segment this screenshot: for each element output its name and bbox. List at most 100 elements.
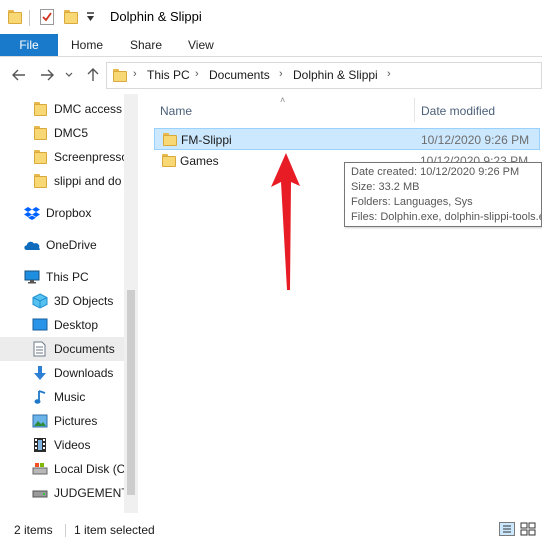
nav-item-label: DMC access bbox=[54, 102, 123, 116]
breadcrumb-chevron-icon[interactable]: › bbox=[387, 68, 391, 80]
file-name: FM-Slippi bbox=[181, 133, 232, 147]
nav-item-label: slippi and do bbox=[54, 174, 122, 188]
nav-item-dropbox[interactable]: Dropbox bbox=[0, 201, 124, 225]
recent-locations-icon[interactable] bbox=[64, 66, 74, 84]
tab-view[interactable]: View bbox=[188, 34, 214, 56]
details-view-icon[interactable] bbox=[499, 522, 515, 536]
nav-item-label: Downloads bbox=[54, 366, 114, 380]
status-item-count: 2 items bbox=[14, 523, 53, 537]
breadcrumb-chevron-icon[interactable]: › bbox=[279, 68, 283, 80]
nav-item-dmc-access[interactable]: DMC access bbox=[0, 97, 124, 121]
nav-item-judgement[interactable]: JUDGEMENT bbox=[0, 481, 124, 505]
address-bar[interactable]: › This PC › Documents › Dolphin & Slippi… bbox=[106, 62, 542, 89]
file-list: ˄ Name Date modified FM-Slippi 10/12/202… bbox=[138, 94, 542, 513]
tab-home[interactable]: Home bbox=[71, 34, 103, 56]
nav-item-dmc5[interactable]: DMC5 bbox=[0, 121, 124, 145]
breadcrumb-chevron-icon[interactable]: › bbox=[195, 68, 199, 80]
folder-icon bbox=[34, 150, 47, 164]
nav-item-label: Screenpresso bbox=[54, 150, 124, 164]
drive-icon bbox=[32, 488, 48, 498]
3d-objects-icon bbox=[32, 293, 48, 309]
nav-item-local-disk[interactable]: Local Disk (C bbox=[0, 457, 124, 481]
nav-item-label: Pictures bbox=[54, 414, 98, 428]
nav-item-label: Desktop bbox=[54, 318, 99, 332]
nav-item-label: Local Disk (C bbox=[54, 462, 124, 476]
tab-share[interactable]: Share bbox=[130, 34, 162, 56]
documents-icon bbox=[33, 341, 46, 357]
nav-item-label: 3D Objects bbox=[54, 294, 114, 308]
navigation-pane: DMC access DMC5 Screenpresso slippi and … bbox=[0, 94, 138, 513]
nav-item-documents[interactable]: Documents bbox=[0, 337, 124, 361]
up-arrow-icon[interactable] bbox=[84, 66, 102, 84]
breadcrumb-dolphin-slippi[interactable]: Dolphin & Slippi bbox=[293, 68, 378, 82]
new-folder-icon[interactable] bbox=[64, 10, 78, 24]
large-icons-view-icon[interactable] bbox=[520, 522, 536, 536]
nav-item-this-pc[interactable]: This PC bbox=[0, 265, 124, 289]
nav-item-label: DMC5 bbox=[54, 126, 89, 140]
folder-icon bbox=[34, 174, 47, 188]
nav-item-label: Documents bbox=[54, 342, 115, 356]
nav-item-downloads[interactable]: Downloads bbox=[0, 361, 124, 385]
folder-tooltip: Date created: 10/12/2020 9:26 PM Size: 3… bbox=[344, 162, 542, 227]
file-row-fm-slippi[interactable]: FM-Slippi 10/12/2020 9:26 PM bbox=[154, 128, 540, 150]
customize-toolbar-icon[interactable] bbox=[86, 11, 95, 23]
nav-item-label: JUDGEMENT bbox=[54, 486, 124, 500]
folder-icon bbox=[34, 126, 47, 140]
tooltip-date-created: Date created: 10/12/2020 9:26 PM bbox=[351, 166, 520, 178]
nav-item-onedrive[interactable]: OneDrive bbox=[0, 233, 124, 257]
column-header-date-modified[interactable]: Date modified bbox=[421, 104, 495, 118]
this-pc-icon bbox=[24, 270, 40, 284]
nav-item-pictures[interactable]: Pictures bbox=[0, 409, 124, 433]
tooltip-files: Files: Dolphin.exe, dolphin-slippi-tools… bbox=[351, 211, 541, 223]
back-arrow-icon[interactable] bbox=[10, 66, 28, 84]
properties-icon[interactable] bbox=[40, 9, 54, 25]
folder-icon bbox=[162, 154, 176, 167]
tooltip-size: Size: 33.2 MB bbox=[351, 181, 420, 193]
status-bar: 2 items 1 item selected bbox=[0, 513, 542, 542]
tooltip-folders: Folders: Languages, Sys bbox=[351, 196, 473, 208]
nav-item-label: Music bbox=[54, 390, 86, 404]
file-name: Games bbox=[180, 154, 219, 168]
tab-file[interactable]: File bbox=[0, 34, 58, 56]
nav-item-label: This PC bbox=[46, 270, 89, 284]
file-date: 10/12/2020 9:26 PM bbox=[421, 133, 530, 147]
status-divider bbox=[65, 524, 66, 537]
breadcrumb-this-pc[interactable]: This PC bbox=[147, 68, 190, 82]
videos-icon bbox=[33, 437, 47, 453]
column-divider[interactable] bbox=[414, 98, 415, 122]
sort-up-icon: ˄ bbox=[280, 95, 286, 105]
downloads-icon bbox=[33, 365, 47, 381]
dropbox-icon bbox=[24, 206, 40, 220]
nav-item-label: Videos bbox=[54, 438, 91, 452]
nav-item-videos[interactable]: Videos bbox=[0, 433, 124, 457]
folder-icon bbox=[113, 69, 127, 82]
folder-icon bbox=[34, 102, 47, 116]
onedrive-icon bbox=[23, 240, 41, 251]
music-icon bbox=[34, 389, 46, 405]
nav-scrollbar-thumb[interactable] bbox=[127, 290, 135, 495]
folder-icon bbox=[8, 10, 22, 24]
folder-icon bbox=[163, 133, 177, 146]
window-title: Dolphin & Slippi bbox=[110, 9, 202, 24]
desktop-icon bbox=[32, 318, 48, 332]
address-row: › This PC › Documents › Dolphin & Slippi… bbox=[0, 57, 542, 94]
nav-item-music[interactable]: Music bbox=[0, 385, 124, 409]
nav-scrollbar[interactable] bbox=[124, 94, 138, 513]
status-selected-count: 1 item selected bbox=[74, 523, 155, 537]
disk-icon bbox=[32, 462, 48, 476]
column-header-name[interactable]: Name bbox=[160, 104, 192, 118]
breadcrumb-chevron-icon[interactable]: › bbox=[133, 68, 137, 80]
nav-item-desktop[interactable]: Desktop bbox=[0, 313, 124, 337]
nav-item-3d-objects[interactable]: 3D Objects bbox=[0, 289, 124, 313]
title-bar: Dolphin & Slippi bbox=[0, 0, 542, 34]
toolbar-divider bbox=[29, 10, 30, 26]
ribbon-tabs: File Home Share View bbox=[0, 34, 542, 57]
breadcrumb-documents[interactable]: Documents bbox=[209, 68, 270, 82]
pictures-icon bbox=[32, 414, 48, 428]
annotation-arrow bbox=[271, 153, 300, 290]
nav-item-label: Dropbox bbox=[46, 206, 92, 220]
nav-item-slippi-and-dolphin[interactable]: slippi and do bbox=[0, 169, 124, 193]
nav-item-screenpresso[interactable]: Screenpresso bbox=[0, 145, 124, 169]
forward-arrow-icon[interactable] bbox=[38, 66, 56, 84]
nav-item-label: OneDrive bbox=[46, 238, 97, 252]
